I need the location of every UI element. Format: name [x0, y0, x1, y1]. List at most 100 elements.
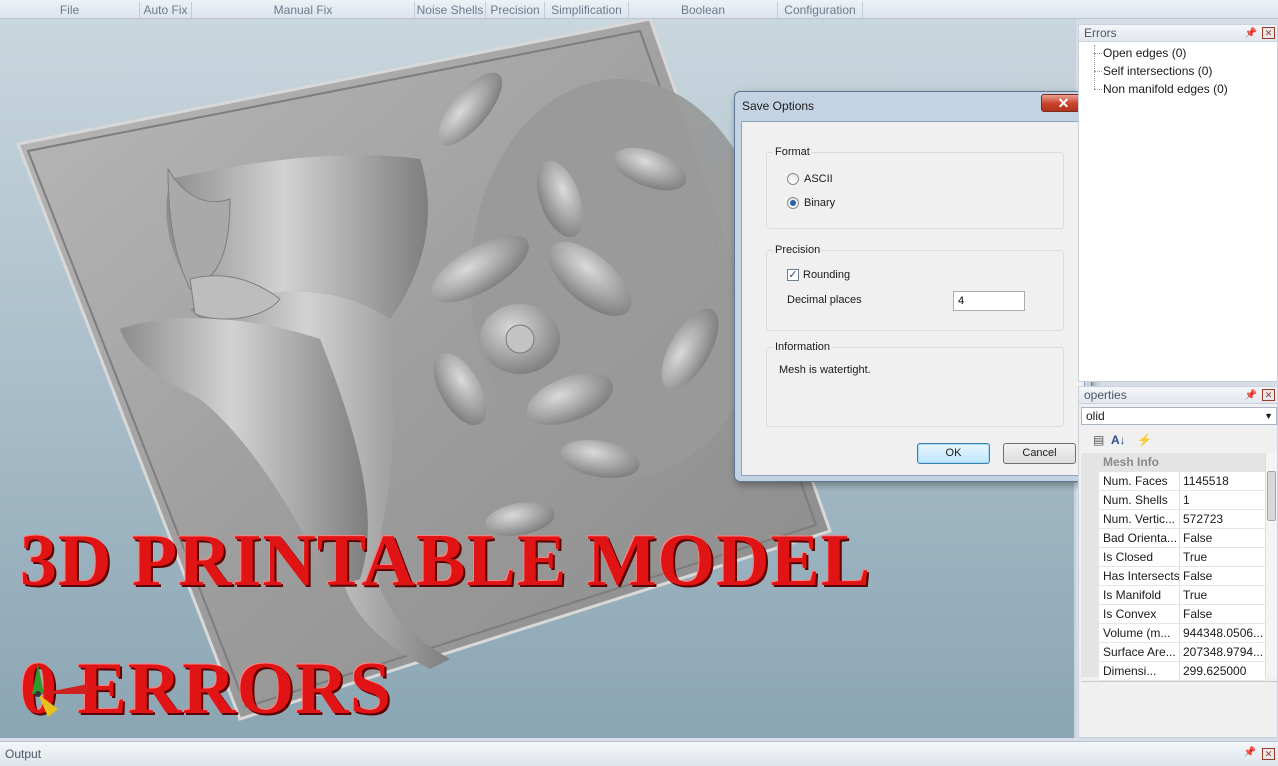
ribbon-group-manual-fix[interactable]: Manual Fix	[192, 2, 415, 18]
properties-panel: operties 📌 ✕ olid ▼ ▤ A↓ ⚡ Mesh Info Num…	[1078, 386, 1278, 738]
property-value: 207348.9794...	[1183, 645, 1264, 659]
categorized-icon[interactable]: ▤	[1093, 433, 1104, 447]
property-row[interactable]: Num. Vertic... 572723	[1099, 510, 1265, 529]
property-value: 1145518	[1183, 474, 1229, 488]
chevron-down-icon[interactable]: ▼	[1264, 408, 1273, 424]
properties-panel-header: operties 📌 ✕	[1079, 387, 1277, 404]
property-row[interactable]: Num. Shells 1	[1099, 491, 1265, 510]
ribbon: File Auto Fix Manual Fix Noise Shells Pr…	[0, 0, 1278, 19]
ribbon-group-noise-shells[interactable]: Noise Shells	[415, 2, 486, 18]
precision-legend: Precision	[773, 244, 823, 256]
decimal-places-label: Decimal places	[787, 294, 862, 306]
ribbon-group-file[interactable]: File	[0, 2, 140, 18]
property-row[interactable]: Is Convex False	[1099, 605, 1265, 624]
property-key: Is Convex	[1099, 605, 1180, 623]
grid-gutter	[1081, 453, 1099, 677]
rounding-label: Rounding	[803, 269, 851, 281]
format-ascii-label: ASCII	[804, 173, 833, 185]
property-key: Dimensi...	[1099, 662, 1180, 680]
property-value: 944348.0506...	[1183, 626, 1264, 640]
ok-button[interactable]: OK	[917, 443, 990, 464]
tree-connector	[1094, 89, 1102, 90]
property-value: 299.625000	[1183, 664, 1247, 678]
property-row[interactable]: Surface Are... 207348.9794...	[1099, 643, 1265, 662]
information-text: Mesh is watertight.	[779, 364, 871, 376]
format-binary-label: Binary	[804, 197, 836, 209]
errors-panel: Errors 📌 ✕ Open edges (0) Self intersect…	[1078, 24, 1278, 382]
precision-group: Precision ✓ Rounding Decimal places	[766, 244, 1064, 331]
property-row[interactable]: Dimensi... 299.625000	[1099, 662, 1265, 681]
property-value: 572723	[1183, 512, 1224, 526]
property-value: False	[1183, 607, 1213, 621]
error-item-open-edges[interactable]: Open edges (0)	[1103, 46, 1186, 60]
tree-connector	[1094, 45, 1095, 89]
ribbon-group-simplification[interactable]: Simplification	[545, 2, 629, 18]
information-group: Information Mesh is watertight.	[766, 341, 1064, 427]
ribbon-group-precision[interactable]: Precision	[486, 2, 545, 18]
property-key: Num. Shells	[1099, 491, 1180, 509]
scrollbar-thumb[interactable]	[1267, 471, 1276, 521]
pin-icon[interactable]: 📌	[1245, 25, 1257, 42]
errors-panel-header: Errors 📌 ✕	[1079, 25, 1277, 42]
property-key: Surface Are...	[1099, 643, 1180, 661]
radio-binary-indicator[interactable]	[787, 197, 799, 209]
property-description-area	[1081, 681, 1277, 735]
overlay-title-text: 3D PRINTABLE MODEL	[20, 520, 872, 602]
property-value: True	[1183, 588, 1208, 602]
decimal-places-input[interactable]	[953, 291, 1025, 311]
output-panel-title: Output	[5, 747, 42, 761]
errors-panel-title: Errors	[1084, 26, 1117, 40]
cancel-button[interactable]: Cancel	[1003, 443, 1076, 464]
close-icon[interactable]: ✕	[1262, 27, 1275, 39]
property-grid-scrollbar[interactable]	[1265, 453, 1277, 677]
error-item-self-intersections[interactable]: Self intersections (0)	[1103, 64, 1212, 78]
format-ascii-radio[interactable]: ASCII	[787, 173, 833, 185]
radio-ascii-indicator[interactable]	[787, 173, 799, 185]
format-binary-radio[interactable]: Binary	[787, 197, 835, 209]
property-value: False	[1183, 569, 1213, 583]
information-legend: Information	[773, 341, 833, 353]
property-row[interactable]: Is Manifold True	[1099, 586, 1265, 605]
close-icon[interactable]: ✕	[1262, 389, 1275, 401]
output-panel: Output 📌 ✕	[0, 741, 1278, 766]
rounding-checkbox[interactable]: ✓ Rounding	[787, 269, 850, 281]
ribbon-group-auto-fix[interactable]: Auto Fix	[140, 2, 192, 18]
object-selector-dropdown[interactable]: olid ▼	[1081, 407, 1277, 425]
property-value: True	[1183, 550, 1208, 564]
property-row[interactable]: Volume (m... 944348.0506...	[1099, 624, 1265, 643]
property-key: Is Closed	[1099, 548, 1180, 566]
property-key: Is Manifold	[1099, 586, 1180, 604]
property-grid: Mesh Info Num. Faces 1145518 Num. Shells 1 N…	[1099, 453, 1265, 681]
checkmark-icon[interactable]: ✓	[787, 269, 799, 281]
object-selector-value: olid	[1086, 409, 1105, 423]
property-row[interactable]: Num. Faces 1145518	[1099, 472, 1265, 491]
property-key: Num. Vertic...	[1099, 510, 1180, 528]
ribbon-group-configuration[interactable]: Configuration	[778, 2, 863, 18]
error-item-non-manifold-edges[interactable]: Non manifold edges (0)	[1103, 82, 1228, 96]
save-options-dialog: Save Options ✕ Format ASCII Binary Preci…	[734, 91, 1092, 482]
format-legend: Format	[773, 146, 812, 158]
dialog-title: Save Options	[742, 99, 815, 113]
events-lightning-icon[interactable]: ⚡	[1137, 433, 1152, 447]
property-row[interactable]: Bad Orienta... False	[1099, 529, 1265, 548]
property-key: Num. Faces	[1099, 472, 1180, 490]
format-group: Format ASCII Binary	[766, 146, 1064, 229]
property-value: 1	[1183, 493, 1190, 507]
axis-triad-icon	[32, 664, 88, 717]
property-key: Has Intersects	[1099, 567, 1180, 585]
section-mesh-info[interactable]: Mesh Info	[1099, 453, 1265, 472]
ribbon-group-boolean[interactable]: Boolean	[629, 2, 778, 18]
tree-connector	[1094, 53, 1102, 54]
dialog-body: Format ASCII Binary Precision ✓ Rounding…	[741, 121, 1085, 476]
pin-icon[interactable]: 📌	[1245, 387, 1257, 404]
property-row[interactable]: Is Closed True	[1099, 548, 1265, 567]
properties-panel-title: operties	[1084, 388, 1127, 402]
property-key: Bad Orienta...	[1099, 529, 1180, 547]
pin-icon[interactable]: 📌	[1244, 747, 1256, 758]
close-icon[interactable]: ✕	[1262, 748, 1275, 760]
property-row[interactable]: Has Intersects False	[1099, 567, 1265, 586]
property-key: Volume (m...	[1099, 624, 1180, 642]
property-value: False	[1183, 531, 1213, 545]
sort-alphabetical-icon[interactable]: A↓	[1111, 433, 1126, 447]
tree-connector	[1094, 71, 1102, 72]
